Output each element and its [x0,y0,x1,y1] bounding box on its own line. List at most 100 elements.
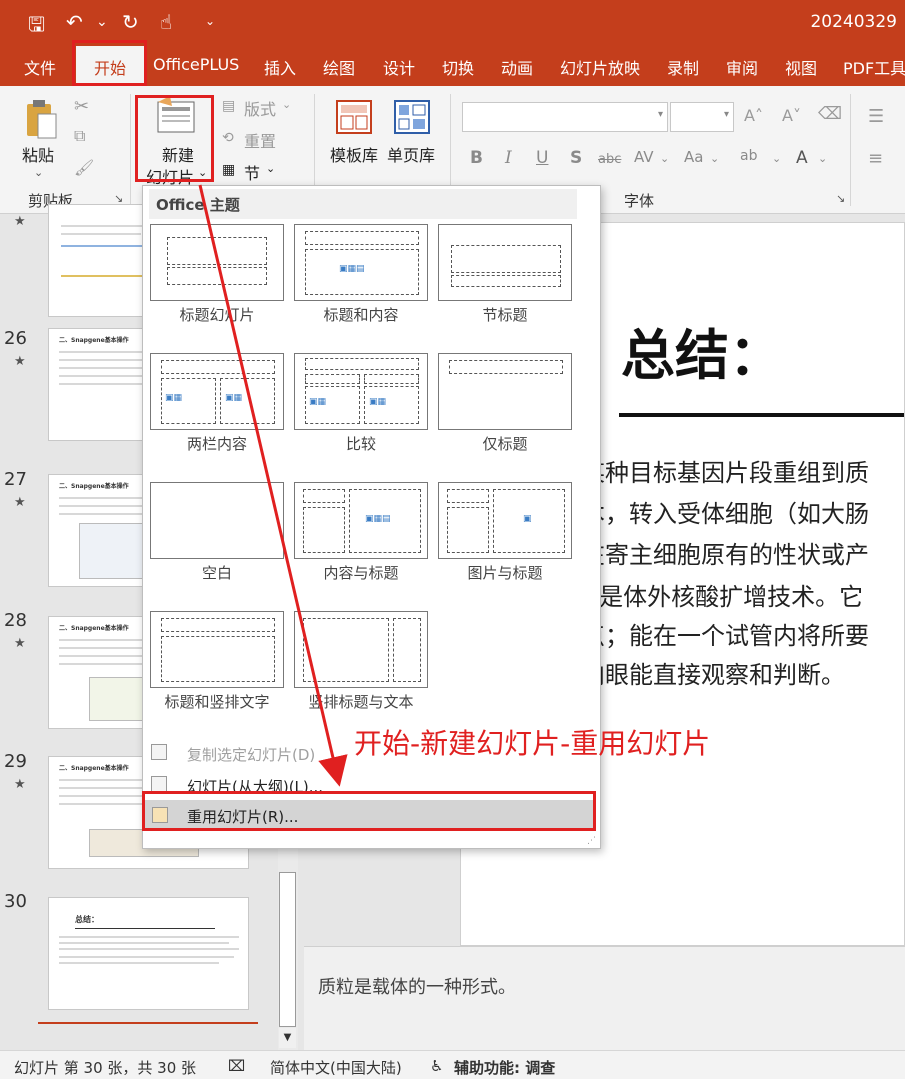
resize-grip-icon[interactable]: ⋰ [587,836,596,846]
paste-icon[interactable] [24,98,58,140]
accessibility-status[interactable]: 辅助功能: 调查 [454,1057,555,1078]
tab-draw[interactable]: 绘图 [323,55,355,79]
customize-toolbar-icon[interactable]: ⌄ [205,14,215,28]
reuse-slides-menu-item[interactable]: 重用幻灯片(R)... [187,806,298,827]
section-icon[interactable]: ▦ [222,162,235,178]
animation-star-icon: ★ [14,636,26,651]
duplicate-slides-menu-item: 复制选定幻灯片(D) [187,746,316,764]
scrollbar-thumb[interactable] [279,872,296,1027]
clear-format-icon[interactable]: ⌫ [818,104,842,124]
reset-button[interactable]: 重置 [244,128,276,152]
slide-thumbnail-current[interactable]: 总结： [48,897,249,1010]
slide-body-line[interactable]: 点；能在一个试管内将所要 [581,616,869,651]
change-case-button[interactable]: Aa [684,148,703,166]
template-library-icon[interactable] [336,100,372,134]
animation-star-icon: ★ [14,354,26,369]
touch-mode-icon[interactable]: ☝ [160,10,172,34]
shadow-button[interactable]: S [570,148,582,168]
highlight-dropdown-icon[interactable]: ⌄ [772,152,781,165]
align-icon[interactable]: ≡ [868,148,883,169]
font-size-dropdown-icon[interactable]: ▾ [724,109,729,120]
tab-view[interactable]: 视图 [785,55,817,79]
animation-star-icon: ★ [14,777,26,792]
thumbnail-heading: 二、Snapgene基本操作 [59,337,129,344]
scroll-down-arrow-icon[interactable]: ▼ [279,1028,296,1048]
bullets-icon[interactable]: ☰ [868,106,884,127]
tab-record[interactable]: 录制 [667,55,699,79]
slide-body-line[interactable]: 某种目标基因片段重组到质 [581,453,869,488]
paste-label[interactable]: 粘贴 [22,142,54,166]
new-slide-icon[interactable] [156,96,198,136]
undo-icon[interactable]: ↶ [66,10,83,34]
section-button[interactable]: 节 [244,160,260,184]
layout-name: 两栏内容 [186,435,247,453]
character-spacing-button[interactable]: AV [634,148,654,166]
section-dropdown-icon[interactable]: ⌄ [266,162,275,175]
layout-icon[interactable]: ▤ [222,98,235,114]
save-icon[interactable]: 🖫 [28,10,45,44]
tab-file[interactable]: 文件 [24,55,56,79]
font-color-dropdown-icon[interactable]: ⌄ [818,152,827,165]
undo-dropdown-icon[interactable]: ⌄ [96,14,108,30]
reuse-slides-row[interactable]: 重用幻灯片(R)... [144,800,596,830]
new-slide-label-1[interactable]: 新建 [162,142,194,166]
tab-animations[interactable]: 动画 [501,55,533,79]
tab-officeplus[interactable]: OfficePLUS [153,55,239,74]
decrease-font-icon[interactable]: A˅ [782,106,801,125]
increase-font-icon[interactable]: A˄ [744,106,763,125]
font-name-dropdown-icon[interactable]: ▾ [658,109,663,120]
copy-icon[interactable]: ⧉ [74,126,85,146]
thumbnail-heading: 二、Snapgene基本操作 [59,765,129,772]
slide-number: 29 [4,751,27,772]
spellcheck-icon[interactable]: ⌧ [228,1057,245,1075]
character-spacing-dropdown-icon[interactable]: ⌄ [660,152,669,165]
reset-icon[interactable]: ⟲ [222,130,234,146]
slide-body-line[interactable]: R是体外核酸扩增技术。它 [581,577,863,612]
template-library-button[interactable]: 模板库 [330,142,378,166]
redo-icon[interactable]: ↻ [122,10,139,34]
layout-button[interactable]: 版式 [244,96,276,120]
slide-body-line[interactable]: 在寄主细胞原有的性状或产 [581,535,869,570]
paste-dropdown-icon[interactable]: ⌄ [34,166,43,179]
highlight-button[interactable]: ab [740,148,757,164]
tab-home[interactable]: 开始 [76,46,144,86]
slide-body-line[interactable]: 本，转入受体细胞（如大肠 [581,494,869,529]
change-case-dropdown-icon[interactable]: ⌄ [710,152,719,165]
layout-dropdown-icon[interactable]: ⌄ [282,98,291,111]
tab-review[interactable]: 审阅 [726,55,758,79]
italic-button[interactable]: I [505,148,512,168]
slide-count[interactable]: 幻灯片 第 30 张，共 30 张 [14,1057,196,1078]
ribbon-tabs: 文件 开始 OfficePLUS 插入 绘图 设计 切换 动画 幻灯片放映 录制… [0,46,905,86]
new-slide-dropdown-icon[interactable]: ⌄ [198,166,207,179]
font-color-button[interactable]: A [796,148,808,168]
font-launcher-icon[interactable]: ↘ [836,192,845,205]
font-group-label: 字体 [624,192,655,210]
tab-insert[interactable]: 插入 [264,55,296,79]
slides-from-outline-menu-item[interactable]: 幻灯片(从大纲)(L)... [187,776,323,797]
single-page-library-icon[interactable] [394,100,430,134]
notes-text[interactable]: 质粒是载体的一种形式。 [318,973,516,999]
slide-body-line[interactable]: 肉眼能直接观察和判断。 [581,655,845,690]
strikethrough-button[interactable]: abc [598,152,621,167]
tab-slideshow[interactable]: 幻灯片放映 [560,55,640,79]
notes-pane[interactable]: 质粒是载体的一种形式。 [304,946,905,1050]
accessibility-icon[interactable]: ♿ [430,1057,443,1075]
slide-number: 30 [4,891,27,912]
layout-name: 标题幻灯片 [179,306,255,324]
font-size-combobox[interactable]: ▾ [670,102,734,132]
slide-title[interactable]: 总结： [621,311,783,390]
reuse-slides-icon [152,807,168,823]
tab-transitions[interactable]: 切换 [442,55,474,79]
underline-button[interactable]: U [536,148,548,168]
format-painter-icon[interactable]: 🖌 [74,158,94,177]
cut-icon[interactable]: ✂ [74,96,89,117]
single-page-library-button[interactable]: 单页库 [387,142,435,166]
gallery-header: Office 主题 [149,189,577,219]
language-indicator[interactable]: 简体中文(中国大陆) [270,1057,402,1078]
bold-button[interactable]: B [470,148,483,168]
tab-pdf-tools[interactable]: PDF工具 [843,55,905,79]
font-name-combobox[interactable]: ▾ [462,102,668,132]
layout-name: 内容与标题 [323,564,399,582]
layout-name: 标题和竖排文字 [164,693,270,711]
tab-design[interactable]: 设计 [383,55,415,79]
